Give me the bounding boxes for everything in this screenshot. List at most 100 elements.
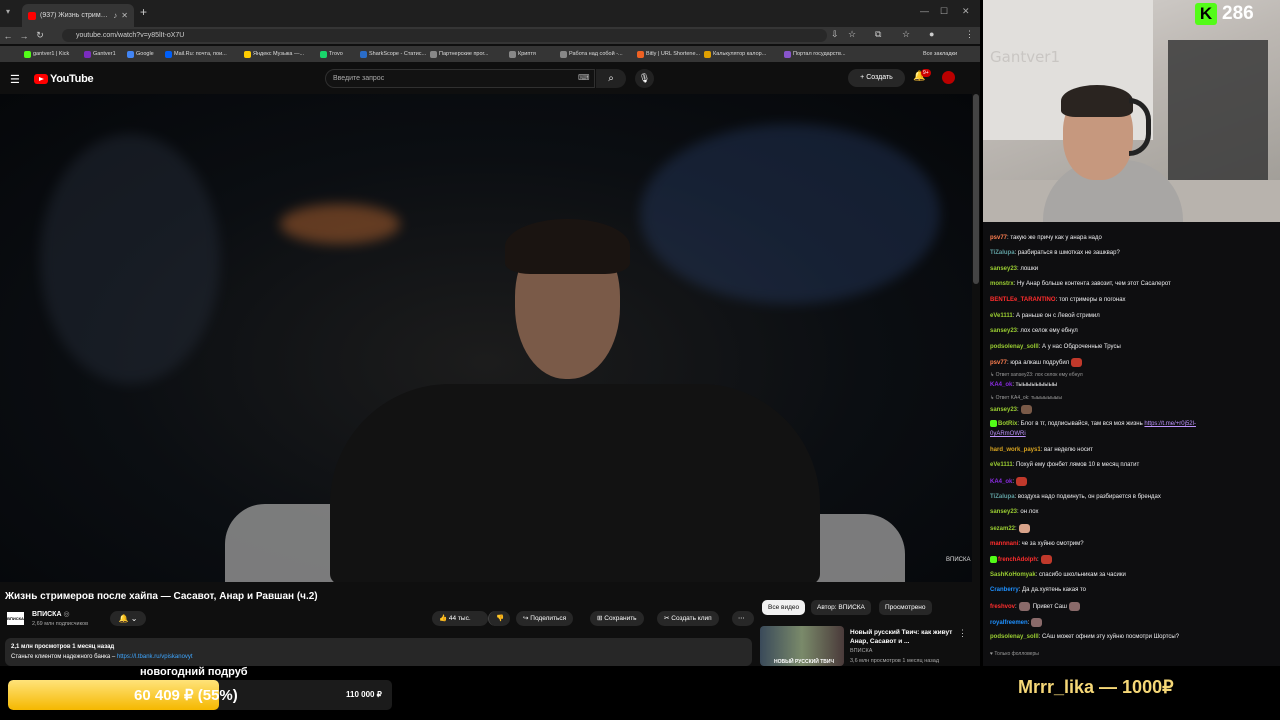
chat-username[interactable]: TiZalupa bbox=[990, 494, 1015, 500]
voice-search-button[interactable]: 🎙 bbox=[635, 69, 654, 88]
profile-icon[interactable]: ● bbox=[929, 29, 934, 39]
channel-name[interactable]: ВПИСКА ◎ bbox=[32, 610, 70, 618]
chip-author[interactable]: Автор: ВПИСКА bbox=[811, 600, 871, 615]
search-input[interactable]: Введите запрос bbox=[325, 69, 595, 88]
dislike-button[interactable]: 👎 bbox=[488, 611, 510, 626]
back-icon[interactable]: ← bbox=[0, 31, 16, 41]
description-line: Станьте клиентом надежного банка – https… bbox=[11, 652, 746, 662]
bookmark-item[interactable]: Портал государств... bbox=[784, 50, 846, 58]
all-bookmarks-folder[interactable]: Все закладки bbox=[923, 51, 957, 57]
bookmark-item[interactable]: Партнерские прог... bbox=[430, 50, 488, 58]
chat-message: BENTLEe_TARANTINO: топ стримеры в погона… bbox=[990, 296, 1275, 304]
new-tab-button[interactable]: + bbox=[140, 6, 147, 18]
clip-button[interactable]: ✂ Создать клип bbox=[657, 611, 719, 626]
chat-username[interactable]: sansey23 bbox=[990, 407, 1017, 413]
chat-username[interactable]: KA4_ok bbox=[990, 382, 1012, 388]
chat-username[interactable]: freshvov bbox=[990, 604, 1015, 610]
description-box[interactable]: 2,1 млн просмотров 1 месяц назад Станьте… bbox=[5, 638, 752, 666]
cam-clothes-rack bbox=[1168, 40, 1268, 190]
tab-youtube[interactable]: (937) Жизнь стримеров п ♪ ✕ bbox=[22, 4, 134, 27]
bookmark-item[interactable]: Google bbox=[127, 50, 154, 58]
chat-username[interactable]: sansey23 bbox=[990, 328, 1017, 334]
chat-username[interactable]: podsolenay_solll bbox=[990, 344, 1039, 350]
bookmark-item[interactable]: Bitly | URL Shortene... bbox=[637, 50, 700, 58]
subscription-bell-button[interactable]: 🔔 ⌄ bbox=[110, 611, 146, 626]
bokeh-light bbox=[40, 134, 220, 384]
create-label: Создать bbox=[866, 74, 893, 81]
close-window-icon[interactable]: ✕ bbox=[962, 6, 970, 17]
video-player[interactable]: ВПИСКА bbox=[0, 94, 972, 582]
chat-username[interactable]: hard_work_pays1 bbox=[990, 447, 1041, 453]
chat-username[interactable]: TiZalupa bbox=[990, 250, 1015, 256]
search-button[interactable]: ⌕ bbox=[596, 69, 626, 88]
bookmark-item[interactable]: SharkScope - Статис... bbox=[360, 50, 427, 58]
install-icon[interactable]: ⇩ bbox=[831, 29, 839, 40]
chat-message: sansey23: bbox=[990, 405, 1275, 414]
bookmark-item[interactable]: Gantver1 bbox=[84, 50, 116, 58]
page-scrollbar[interactable] bbox=[973, 94, 979, 284]
bookmark-item[interactable]: Trovo bbox=[320, 50, 343, 58]
forward-icon[interactable]: → bbox=[16, 31, 32, 41]
related-more-icon[interactable]: ⋮ bbox=[958, 628, 967, 639]
hamburger-menu-icon[interactable]: ☰ bbox=[10, 73, 20, 86]
chat-message: BotRix: Блог в тг, подписывайся, там вся… bbox=[990, 420, 1275, 428]
chip-watched[interactable]: Просмотрено bbox=[879, 600, 932, 615]
save-button[interactable]: ⊞ Сохранить bbox=[590, 611, 644, 626]
bookmark-star-icon[interactable]: ☆ bbox=[848, 29, 856, 40]
bookmark-item[interactable]: Mail.Ru: почта, пои... bbox=[165, 50, 227, 58]
emote-icon bbox=[1018, 602, 1030, 611]
maximize-icon[interactable]: ☐ bbox=[940, 6, 948, 17]
description-link[interactable]: https://l.tbank.ru/vpiskanovyt bbox=[117, 654, 193, 660]
channel-avatar[interactable]: ВПИСКА bbox=[7, 612, 24, 625]
goal-current: 60 409 ₽ (55%) bbox=[134, 687, 238, 704]
reload-icon[interactable]: ↻ bbox=[32, 30, 48, 41]
account-avatar[interactable] bbox=[942, 71, 955, 84]
chat-username[interactable]: KA4_ok bbox=[990, 479, 1012, 485]
chat-username[interactable]: sansey23 bbox=[990, 509, 1017, 515]
chat-username[interactable]: SashKoHomyak bbox=[990, 572, 1036, 578]
chat-username[interactable]: monstrx bbox=[990, 281, 1014, 287]
chat-username[interactable]: BotRix bbox=[998, 421, 1017, 427]
chip-all-videos[interactable]: Все видео bbox=[762, 600, 806, 615]
chat-message: sansey23: он лох bbox=[990, 508, 1275, 516]
more-actions-button[interactable]: ⋯ bbox=[732, 611, 754, 626]
chat-username[interactable]: eVe1111 bbox=[990, 462, 1013, 468]
chat-link[interactable]: https://t.me/+r0j52l- bbox=[1144, 421, 1196, 427]
chat-username[interactable]: frenchAdolph bbox=[998, 557, 1037, 563]
share-button[interactable]: ↪ Поделиться bbox=[516, 611, 574, 626]
bookmark-label: SharkScope - Статис... bbox=[369, 51, 427, 57]
bookmark-item[interactable]: Работа над собой -... bbox=[560, 50, 623, 58]
bookmark-item[interactable]: Калькулятор калор... bbox=[704, 50, 766, 58]
tab-search-icon[interactable]: ▾ bbox=[6, 7, 10, 16]
related-video-title[interactable]: Новый русский Твич: как живут Анар, Саса… bbox=[850, 628, 955, 646]
address-bar[interactable]: youtube.com/watch?v=y85lIt-oX7U bbox=[62, 29, 827, 42]
chat-username[interactable]: sansey23 bbox=[990, 266, 1017, 272]
chat-username[interactable]: Cranberry bbox=[990, 587, 1019, 593]
chat-username[interactable]: mannnani bbox=[990, 541, 1018, 547]
chat-username[interactable]: podsolenay_solll bbox=[990, 634, 1039, 640]
youtube-logo[interactable]: YouTube bbox=[34, 73, 94, 85]
reading-list-icon[interactable]: ☆ bbox=[902, 29, 910, 40]
speaker-icon[interactable]: ♪ bbox=[113, 11, 117, 20]
chat-username[interactable]: royalfreemen bbox=[990, 620, 1028, 626]
save-label: Сохранить bbox=[604, 615, 637, 622]
dislike-icon: 👎 bbox=[496, 615, 505, 622]
extensions-icon[interactable]: ⧉ bbox=[875, 29, 881, 40]
create-button[interactable]: + Создать bbox=[848, 69, 905, 87]
like-button[interactable]: 👍 44 тыс. bbox=[432, 611, 488, 626]
chat-username[interactable]: psv77 bbox=[990, 360, 1007, 366]
minimize-icon[interactable]: — bbox=[920, 6, 929, 16]
bookmark-item[interactable]: Криптя bbox=[509, 50, 536, 58]
menu-kebab-icon[interactable]: ⋮ bbox=[965, 29, 974, 40]
bookmark-item[interactable]: Яндекс Музыка —... bbox=[244, 50, 304, 58]
bookmark-item[interactable]: gantver1 | Kick bbox=[24, 50, 69, 58]
related-video-channel[interactable]: ВПИСКА bbox=[850, 648, 872, 654]
keyboard-icon[interactable]: ⌨ bbox=[578, 73, 590, 82]
chat-text: : А раньше он с Левой стримил bbox=[1012, 313, 1100, 319]
related-video-thumbnail[interactable]: НОВЫЙ РУССКИЙ ТВИЧ bbox=[760, 626, 844, 666]
close-tab-icon[interactable]: ✕ bbox=[121, 11, 128, 20]
chat-username[interactable]: eVe1111 bbox=[990, 313, 1013, 319]
chat-username[interactable]: BENTLEe_TARANTINO bbox=[990, 297, 1056, 303]
chat-username[interactable]: sezam22 bbox=[990, 526, 1015, 532]
chat-username[interactable]: psv77 bbox=[990, 235, 1007, 241]
